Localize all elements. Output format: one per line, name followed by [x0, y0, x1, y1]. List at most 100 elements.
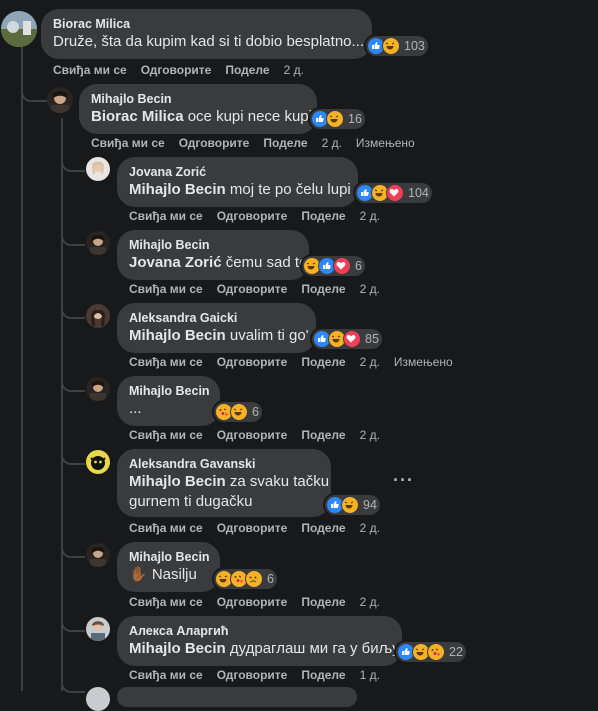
like-button[interactable]: Свиђа ми се — [53, 63, 127, 77]
mention-link[interactable]: Mihajlo Becin — [129, 473, 226, 490]
more-options-icon[interactable]: ··· — [393, 470, 414, 491]
timestamp[interactable]: 2 д. — [360, 428, 380, 442]
reactions-summary[interactable]: 103 — [366, 36, 428, 56]
share-button[interactable]: Поделе — [225, 63, 269, 77]
comment-author[interactable]: Mihajlo Becin — [91, 91, 305, 107]
avatar[interactable] — [86, 617, 110, 641]
reply-button[interactable]: Одговорите — [141, 63, 212, 77]
sad-icon — [245, 570, 263, 588]
mention-link[interactable]: Mihajlo Becin — [129, 327, 226, 344]
avatar[interactable] — [86, 157, 110, 181]
reaction-count: 6 — [355, 259, 362, 273]
reply-button[interactable]: Одговорите — [217, 355, 288, 369]
haha-icon — [326, 110, 344, 128]
like-button[interactable]: Свиђа ми се — [129, 355, 203, 369]
thread-connector — [61, 224, 85, 246]
comment-text: ✋🏾 Nasilju — [129, 566, 197, 583]
reaction-count: 94 — [363, 498, 377, 512]
share-button[interactable]: Поделе — [263, 136, 307, 150]
like-button[interactable]: Свиђа ми се — [129, 668, 203, 682]
love-icon — [386, 184, 404, 202]
like-button[interactable]: Свиђа ми се — [129, 595, 203, 609]
timestamp[interactable]: 2 д. — [360, 209, 380, 223]
reactions-summary[interactable]: 94 — [325, 495, 380, 515]
haha-icon — [230, 403, 248, 421]
timestamp[interactable]: 2 д. — [284, 63, 304, 77]
timestamp[interactable]: 2 д. — [360, 521, 380, 535]
comment-text: Druže, šta da kupim kad si ti dobio besp… — [53, 33, 365, 50]
thread-connector — [61, 443, 85, 465]
thread-connector — [21, 70, 49, 102]
mention-link[interactable]: Mihajlo Becin — [129, 181, 226, 198]
comment-text-line2: gurnem ti dugačku — [129, 493, 253, 510]
thread-connector — [61, 297, 85, 319]
reactions-summary[interactable]: 85 — [312, 329, 382, 349]
comment-author[interactable]: Mihajlo Becin — [129, 237, 297, 253]
timestamp[interactable]: 2 д. — [322, 136, 342, 150]
avatar[interactable] — [86, 543, 110, 567]
share-button[interactable]: Поделе — [301, 521, 345, 535]
reply-button[interactable]: Одговорите — [217, 668, 288, 682]
timestamp[interactable]: 1 д. — [360, 668, 380, 682]
mention-link[interactable]: Biorac Milica — [91, 108, 184, 125]
comment-actions: Свиђа ми се Одговорите Поделе 2 д. — [129, 209, 380, 223]
like-button[interactable]: Свиђа ми се — [129, 209, 203, 223]
timestamp[interactable]: 2 д. — [360, 355, 380, 369]
comment-actions: Свиђа ми се Одговорите Поделе 2 д. — [129, 595, 380, 609]
edited-label[interactable]: Измењено — [356, 136, 415, 150]
reactions-summary[interactable]: 6 — [214, 569, 277, 589]
mention-link[interactable]: Mihajlo Becin — [129, 640, 226, 657]
comment-author[interactable]: Aleksandra Gaicki — [129, 310, 304, 326]
edited-label[interactable]: Измењено — [394, 355, 453, 369]
reply-button[interactable]: Одговорите — [179, 136, 250, 150]
thread-connector — [61, 610, 85, 632]
reply-button[interactable]: Одговорите — [217, 521, 288, 535]
share-button[interactable]: Поделе — [301, 355, 345, 369]
reply-button[interactable]: Одговорите — [217, 282, 288, 296]
comment-bubble — [117, 687, 357, 707]
comment-text: Mihajlo Becin moj te po čelu lupi — [129, 181, 351, 198]
reactions-summary[interactable]: 104 — [355, 183, 432, 203]
comment-bubble: Mihajlo Becin ... — [117, 376, 220, 426]
reaction-count: 104 — [408, 186, 429, 200]
like-button[interactable]: Свиђа ми се — [129, 282, 203, 296]
comment-author[interactable]: Aleksandra Gavanski — [129, 456, 319, 472]
avatar[interactable] — [86, 377, 110, 401]
comment-author[interactable]: Алекса Аларгић — [129, 623, 390, 639]
like-button[interactable]: Свиђа ми се — [91, 136, 165, 150]
haha-icon — [382, 37, 400, 55]
comment-bubble: Mihajlo Becin Jovana Zorić čemu sad to — [117, 230, 309, 280]
timestamp[interactable]: 2 д. — [360, 595, 380, 609]
share-button[interactable]: Поделе — [301, 595, 345, 609]
share-button[interactable]: Поделе — [301, 209, 345, 223]
avatar[interactable] — [47, 87, 73, 113]
share-button[interactable]: Поделе — [301, 428, 345, 442]
comment-bubble: Jovana Zorić Mihajlo Becin moj te po čel… — [117, 157, 358, 207]
reply-button[interactable]: Одговорите — [217, 428, 288, 442]
share-button[interactable]: Поделе — [301, 282, 345, 296]
timestamp[interactable]: 2 д. — [360, 282, 380, 296]
share-button[interactable]: Поделе — [301, 668, 345, 682]
like-button[interactable]: Свиђа ми се — [129, 521, 203, 535]
avatar[interactable] — [1, 11, 37, 47]
reaction-count: 6 — [252, 405, 259, 419]
comment-author[interactable]: Jovana Zorić — [129, 164, 346, 180]
comment-author[interactable]: Biorac Milica — [53, 16, 360, 32]
comment-text: Mihajlo Becin za svaku tačku — [129, 473, 330, 490]
reactions-summary[interactable]: 16 — [310, 109, 365, 129]
comment-author[interactable]: Mihajlo Becin — [129, 549, 210, 565]
avatar[interactable] — [86, 304, 110, 328]
comment-author[interactable]: Mihajlo Becin — [129, 383, 210, 399]
mention-link[interactable]: Jovana Zorić — [129, 254, 222, 271]
thread-line-reply — [61, 118, 63, 691]
avatar[interactable] — [86, 450, 110, 474]
reactions-summary[interactable]: 6 — [214, 402, 262, 422]
like-button[interactable]: Свиђа ми се — [129, 428, 203, 442]
comment-text: Biorac Milica oce kupi nece kupi — [91, 108, 312, 125]
reply-button[interactable]: Одговорите — [217, 209, 288, 223]
avatar[interactable] — [86, 231, 110, 255]
reactions-summary[interactable]: 22 — [396, 642, 466, 662]
comment-actions: Свиђа ми се Одговорите Поделе 2 д. Измењ… — [91, 136, 415, 150]
reply-button[interactable]: Одговорите — [217, 595, 288, 609]
reactions-summary[interactable]: 6 — [302, 256, 365, 276]
